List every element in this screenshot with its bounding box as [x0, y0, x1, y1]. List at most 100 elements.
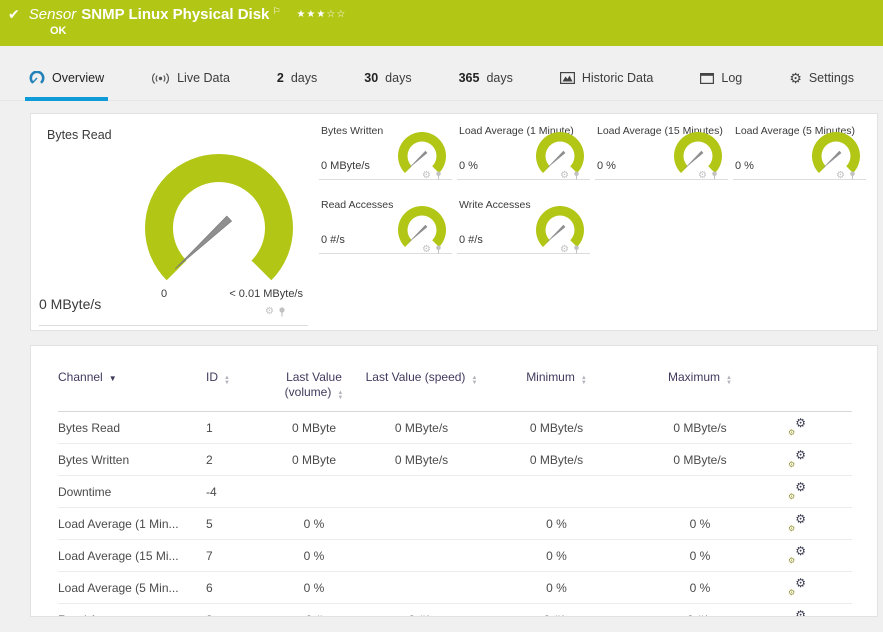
star-filled-icons[interactable]: ★★★: [296, 9, 326, 20]
broadcast-icon: [152, 72, 170, 84]
gear-icon[interactable]: ⚙: [422, 244, 431, 255]
column-label: Channel: [58, 370, 103, 384]
last-value-speed: [364, 572, 479, 604]
channel-name: Load Average (15 Mi...: [58, 548, 179, 563]
channel-settings-icon[interactable]: ⚙⚙: [788, 512, 806, 533]
minimum-value: 0 %: [546, 548, 567, 563]
gauge-value: 0 #/s: [321, 234, 345, 246]
divider: [39, 325, 308, 326]
channel-id: 5: [206, 516, 213, 531]
minimum-value: 0 MByte/s: [529, 420, 584, 435]
table-row[interactable]: Downtime -4 ⚙ ⚙: [58, 476, 852, 508]
channel-id: 7: [206, 548, 213, 563]
pin-icon[interactable]: [435, 245, 442, 254]
channel-id: 3: [206, 604, 264, 617]
channel-id: -4: [206, 484, 217, 499]
gauge-label: Write Accesses: [459, 199, 531, 211]
maximum-value: 0 MByte/s: [673, 452, 727, 467]
last-value-volume: 0 MByte: [291, 452, 336, 467]
tab-bar: Overview Live Data 2 days 30 days 365 days …: [0, 46, 883, 101]
tab-settings[interactable]: ⚙ Settings: [785, 71, 858, 101]
gear-icon[interactable]: ⚙: [698, 170, 707, 181]
channel-settings-icon[interactable]: ⚙⚙: [788, 480, 806, 501]
gauge-value: 0 %: [459, 160, 478, 172]
column-label: Maximum: [668, 370, 721, 384]
table-row[interactable]: Load Average (5 Min... 6 0 % 0 % 0 % ⚙ ⚙: [58, 572, 852, 604]
tab-historic-data[interactable]: Historic Data: [556, 71, 658, 101]
gear-icon[interactable]: ⚙: [560, 244, 569, 255]
table-header-row: Channel ▼ ID ▲ ▼ Last Value (volume) ▲ ▼ Last …: [58, 346, 852, 412]
channel-settings-icon[interactable]: ⚙⚙: [788, 544, 806, 565]
column-header-last-value-speed[interactable]: Last Value (speed) ▲ ▼: [364, 346, 479, 412]
column-header-maximum[interactable]: Maximum ▲ ▼: [634, 346, 766, 412]
gauge-value: 0 %: [735, 160, 754, 172]
gauge-value: 0 MByte/s: [39, 296, 102, 312]
channels-panel: Channel ▼ ID ▲ ▼ Last Value (volume) ▲ ▼ Last …: [30, 345, 878, 617]
maximum-value: 0 %: [689, 580, 711, 595]
last-value-speed: 0 MByte/s: [394, 452, 449, 467]
last-value-volume: 0 %: [303, 516, 325, 531]
gauge-icon: [29, 71, 45, 84]
channel-name: Load Average (1 Min...: [58, 516, 179, 531]
channel-settings-icon[interactable]: ⚙⚙: [788, 576, 806, 597]
pin-icon[interactable]: [278, 306, 286, 317]
gear-icon[interactable]: ⚙: [836, 170, 845, 181]
sort-icons: ▲ ▼: [471, 375, 478, 386]
minimum-value: 0 MByte/s: [529, 452, 584, 467]
table-row[interactable]: Load Average (1 Min... 5 0 % 0 % 0 % ⚙ ⚙: [58, 508, 852, 540]
gauges-panel: Bytes Read 0 < 0.01 MByte/s 0 MByte/s ⚙ …: [30, 113, 878, 331]
last-value-volume: 0 #: [264, 604, 364, 617]
tab-live-data[interactable]: Live Data: [147, 71, 234, 101]
gauge-cell-load-average-1-minute: Load Average (1 Minute) 0 % ⚙: [457, 120, 590, 181]
star-empty-icons[interactable]: ☆☆: [326, 9, 346, 20]
last-value-volume: 0 %: [303, 580, 325, 595]
gauge-label: Bytes Read: [47, 128, 112, 142]
table-row[interactable]: Read Accesses 3 0 # 0 #/s 0 #/s 0 #/s ⚙⚙: [58, 604, 852, 617]
tab-overview[interactable]: Overview: [25, 71, 109, 101]
minimum-value: [479, 476, 634, 508]
column-header-actions: [766, 346, 852, 412]
gauge-dial: [145, 153, 293, 281]
last-value-volume: 0 %: [303, 548, 325, 563]
channel-settings-icon[interactable]: ⚙⚙: [788, 416, 806, 437]
gauge-cell-load-average-5-minutes: Load Average (5 Minutes) 0 % ⚙: [733, 120, 866, 181]
column-header-minimum[interactable]: Minimum ▲ ▼: [479, 346, 634, 412]
gear-icon[interactable]: ⚙: [265, 306, 274, 317]
table-row[interactable]: Load Average (15 Mi... 7 0 % 0 % 0 % ⚙ ⚙: [58, 540, 852, 572]
gear-icon[interactable]: ⚙: [422, 170, 431, 181]
tab-30-days[interactable]: 30 days: [360, 71, 415, 101]
gear-icon[interactable]: ⚙: [560, 170, 569, 181]
table-row[interactable]: Bytes Read 1 0 MByte 0 MByte/s 0 MByte/s…: [58, 412, 852, 444]
pin-icon[interactable]: [573, 171, 580, 180]
flag-icon[interactable]: ⚐: [272, 6, 280, 17]
tab-label: Historic Data: [581, 71, 654, 85]
tab-log[interactable]: Log: [696, 71, 746, 101]
column-header-channel[interactable]: Channel ▼: [58, 346, 206, 412]
channel-name: Bytes Written: [58, 452, 130, 467]
tab-label: Live Data: [177, 71, 230, 85]
column-label: Last Value (speed): [365, 370, 466, 384]
gauge-value: 0 #/s: [459, 234, 483, 246]
maximum-value: 0 %: [689, 516, 711, 531]
minimum-value: 0 %: [546, 580, 567, 595]
channel-settings-icon[interactable]: ⚙⚙: [788, 608, 806, 616]
channel-settings-icon[interactable]: ⚙⚙: [788, 448, 806, 469]
column-header-last-value-volume[interactable]: Last Value (volume) ▲ ▼: [264, 346, 364, 412]
tab-2-days[interactable]: 2 days: [273, 71, 321, 101]
gauge-cell-bytes-written: Bytes Written 0 MByte/s ⚙: [319, 120, 452, 181]
tab-365-days[interactable]: 365 days: [455, 71, 517, 101]
channel-id: 2: [206, 452, 213, 467]
priority-stars[interactable]: ★★★☆☆: [296, 9, 346, 20]
channel-id: 6: [206, 580, 213, 595]
pin-icon[interactable]: [435, 171, 442, 180]
maximum-value: 0 %: [689, 548, 711, 563]
gauge-needle: [174, 215, 233, 270]
pin-icon[interactable]: [849, 171, 856, 180]
pin-icon[interactable]: [711, 171, 718, 180]
maximum-value: 0 MByte/s: [673, 420, 727, 435]
gauge-cell-load-average-15-minutes: Load Average (15 Minutes) 0 % ⚙: [595, 120, 728, 181]
pin-icon[interactable]: [573, 245, 580, 254]
column-header-id[interactable]: ID ▲ ▼: [206, 346, 264, 412]
last-value-speed: [364, 508, 479, 540]
table-row[interactable]: Bytes Written 2 0 MByte 0 MByte/s 0 MByt…: [58, 444, 852, 476]
